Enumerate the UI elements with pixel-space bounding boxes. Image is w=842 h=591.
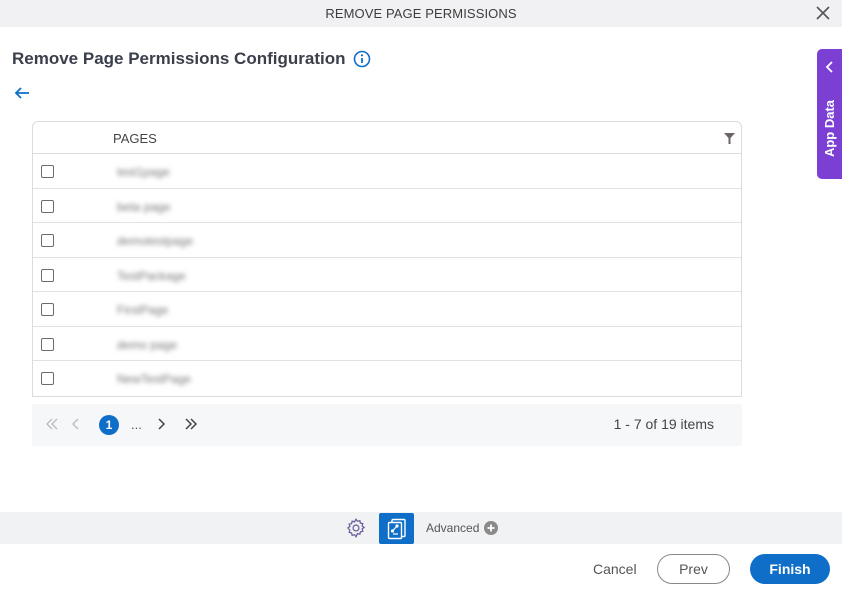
row-checkbox[interactable]	[41, 234, 54, 247]
page-name: demo page	[117, 337, 178, 352]
last-page-icon[interactable]	[184, 417, 198, 431]
table-row: TestPackage	[33, 258, 741, 292]
chevron-left-icon	[825, 61, 833, 73]
advanced-toggle[interactable]: Advanced	[426, 521, 499, 535]
page-name: NewTestPage	[117, 372, 192, 386]
table-row: NewTestPage	[33, 361, 741, 396]
table-row: beta page	[33, 189, 741, 223]
table-row: test1page	[33, 154, 741, 189]
pages-grid: PAGES test1page beta page demotestpage T…	[32, 121, 742, 397]
filter-icon[interactable]	[724, 133, 735, 144]
page-ellipsis[interactable]: ...	[131, 417, 142, 432]
row-checkbox[interactable]	[41, 165, 54, 178]
plus-circle-icon	[484, 521, 499, 535]
page-title: Remove Page Permissions Configuration	[12, 49, 346, 68]
page-name: demotestpage	[117, 234, 194, 248]
page-name: TestPackage	[117, 268, 186, 283]
title-bar: REMOVE PAGE PERMISSIONS	[0, 0, 842, 27]
info-icon[interactable]	[353, 50, 371, 68]
app-data-label: App Data	[822, 99, 837, 157]
cancel-button[interactable]: Cancel	[593, 561, 637, 577]
prev-page-icon[interactable]	[69, 417, 83, 431]
flow-diagram-icon	[387, 518, 406, 539]
prev-button[interactable]: Prev	[657, 554, 730, 584]
row-checkbox[interactable]	[41, 268, 54, 282]
grid-header: PAGES	[33, 122, 741, 154]
row-checkbox[interactable]	[41, 303, 54, 316]
first-page-icon[interactable]	[45, 417, 59, 431]
finish-button[interactable]: Finish	[750, 554, 830, 584]
column-header-pages[interactable]: PAGES	[113, 131, 157, 146]
next-page-icon[interactable]	[154, 417, 168, 431]
flow-diagram-button[interactable]	[379, 513, 414, 544]
pagination-info: 1 - 7 of 19 items	[613, 416, 714, 432]
gear-icon[interactable]	[345, 517, 367, 539]
row-checkbox[interactable]	[41, 337, 54, 351]
row-checkbox[interactable]	[41, 199, 54, 213]
row-checkbox[interactable]	[41, 372, 54, 385]
window-title: REMOVE PAGE PERMISSIONS	[325, 6, 517, 21]
pagination-bar: 1 ... 1 - 7 of 19 items	[32, 404, 742, 446]
page-name: FirstPage	[117, 303, 169, 317]
back-arrow-icon[interactable]	[13, 85, 31, 101]
table-row: demotestpage	[33, 223, 741, 258]
bottom-toolbar: Advanced	[0, 512, 842, 544]
page-heading: Remove Page Permissions Configuration	[12, 49, 371, 69]
page-name: test1page	[117, 165, 170, 179]
page-number-current[interactable]: 1	[99, 415, 119, 435]
advanced-label: Advanced	[426, 521, 480, 535]
page-name: beta page	[117, 199, 171, 214]
table-row: FirstPage	[33, 292, 741, 327]
table-row: demo page	[33, 327, 741, 361]
app-data-panel-tab[interactable]: App Data	[817, 49, 842, 179]
close-icon[interactable]	[814, 4, 832, 22]
